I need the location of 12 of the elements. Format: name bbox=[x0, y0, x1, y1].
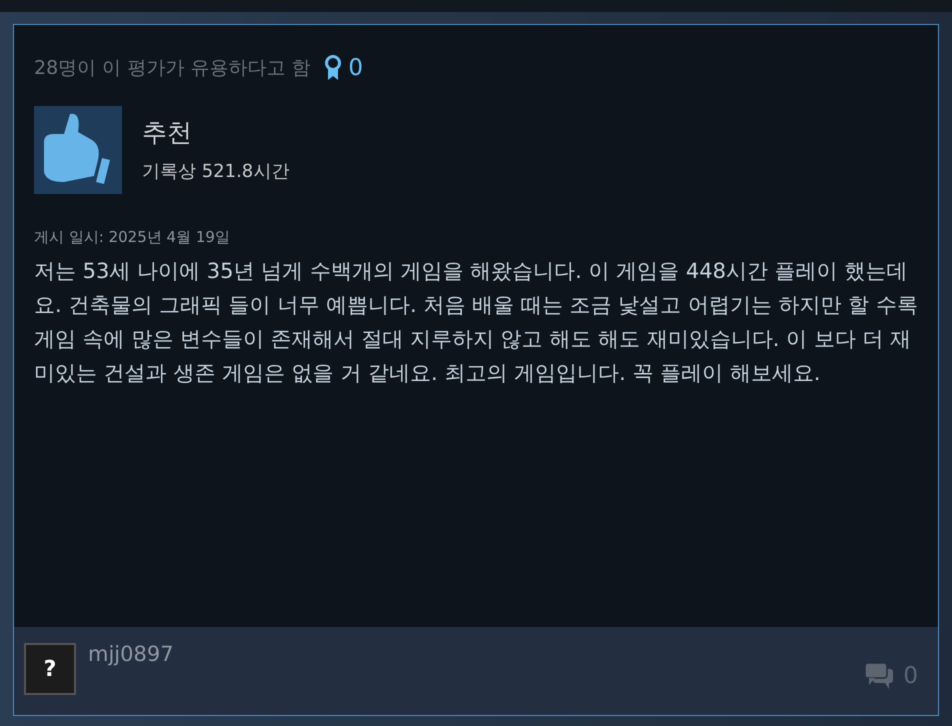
comment-count: 0 bbox=[903, 662, 918, 691]
award-count: 0 bbox=[348, 54, 363, 83]
review-text: 저는 53세 나이에 35년 넘게 수백개의 게임을 해왔습니다. 이 게임을 448시간 플레이 했는데요. 건축물의 그래픽 들이 너무 예쁩니다. 처음 배울 때는 조금 낯설고 어렵기는 하지만 할 수록 게임 속에 많은 변수들이 존재해서 절대 지루하지 않고 해도 해도 재미있습니다. 이 보다 더 재미있는 건설과 생존 게임은 없을 거 같네요. 최고의 게임입니다. 꼭 플레이 해보세요. bbox=[34, 258, 919, 387]
avatar[interactable]: ? bbox=[24, 643, 76, 695]
hours-on-record: 기록상 521.8시간 bbox=[142, 160, 290, 184]
posted-date: 게시 일시: 2025년 4월 19일 bbox=[34, 226, 231, 248]
ribbon-icon bbox=[324, 55, 342, 82]
verdict: 추천 bbox=[142, 117, 193, 150]
author-name[interactable]: mjj0897 bbox=[88, 639, 174, 670]
helpful-count: 28명이 이 평가가 유용하다고 함 bbox=[34, 56, 310, 81]
comments-icon bbox=[863, 661, 896, 692]
thumbs-up-icon bbox=[34, 106, 122, 194]
